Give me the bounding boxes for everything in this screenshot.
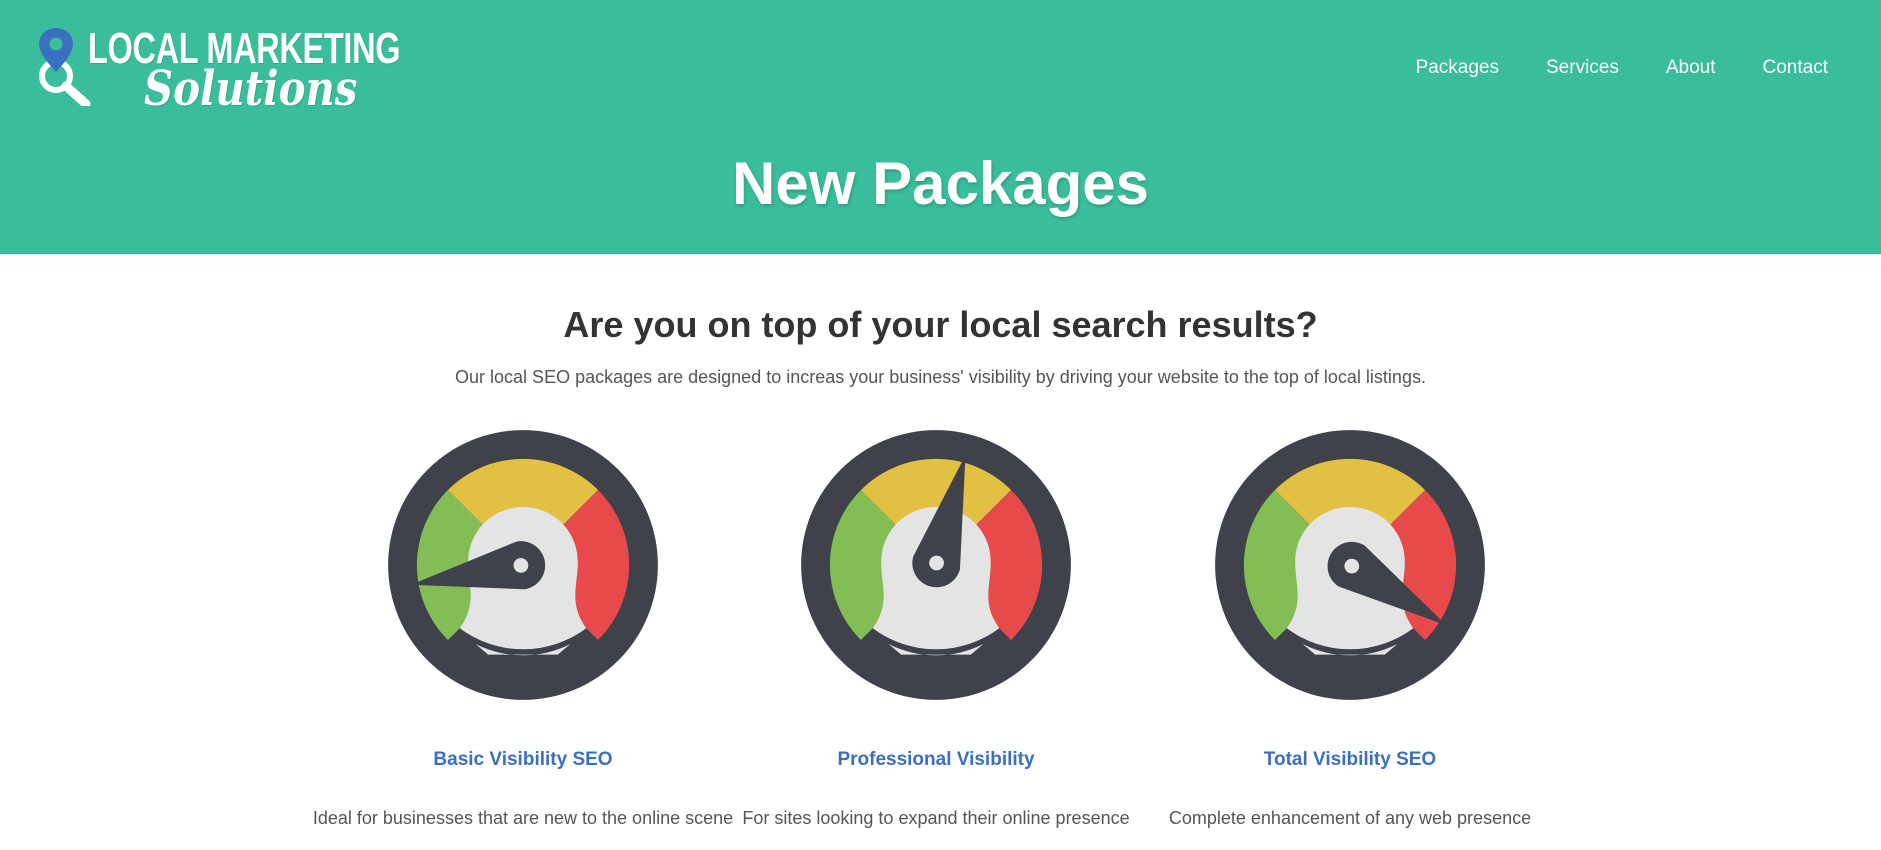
site-logo[interactable]: LOCAL MARKETING Solutions [36, 26, 401, 116]
intro-headline: Are you on top of your local search resu… [563, 304, 1318, 345]
nav-link-about[interactable]: About [1666, 57, 1716, 79]
package-title[interactable]: Basic Visibility SEO [303, 748, 743, 772]
logo-subtitle: Solutions [144, 61, 358, 117]
package-card-basic: Basic Visibility SEO Ideal for businesse… [303, 428, 743, 828]
package-card-professional: Professional Visibility For sites lookin… [716, 428, 1156, 828]
map-pin-magnifier-icon [39, 28, 91, 106]
speedometer-icon [801, 430, 1071, 700]
speedometer-icon [1215, 430, 1485, 700]
main-nav: Packages Services About Contact [1416, 57, 1828, 79]
hero-banner: LOCAL MARKETING Solutions Packages Servi… [0, 0, 1881, 254]
speedometer-icon [388, 430, 658, 700]
package-description: Ideal for businesses that are new to the… [312, 808, 734, 828]
package-description: Complete enhancement of any web presence [1168, 808, 1532, 828]
package-card-total: Total Visibility SEO Complete enhancemen… [1130, 428, 1570, 828]
package-title[interactable]: Total Visibility SEO [1130, 748, 1570, 772]
package-title[interactable]: Professional Visibility [716, 748, 1156, 772]
nav-link-packages[interactable]: Packages [1416, 57, 1499, 79]
nav-link-contact[interactable]: Contact [1763, 57, 1828, 79]
nav-link-services[interactable]: Services [1546, 57, 1619, 79]
intro-text: Our local SEO packages are designed to i… [455, 367, 1426, 387]
package-description: For sites looking to expand their online… [742, 808, 1130, 828]
page-title: New Packages [732, 150, 1149, 217]
